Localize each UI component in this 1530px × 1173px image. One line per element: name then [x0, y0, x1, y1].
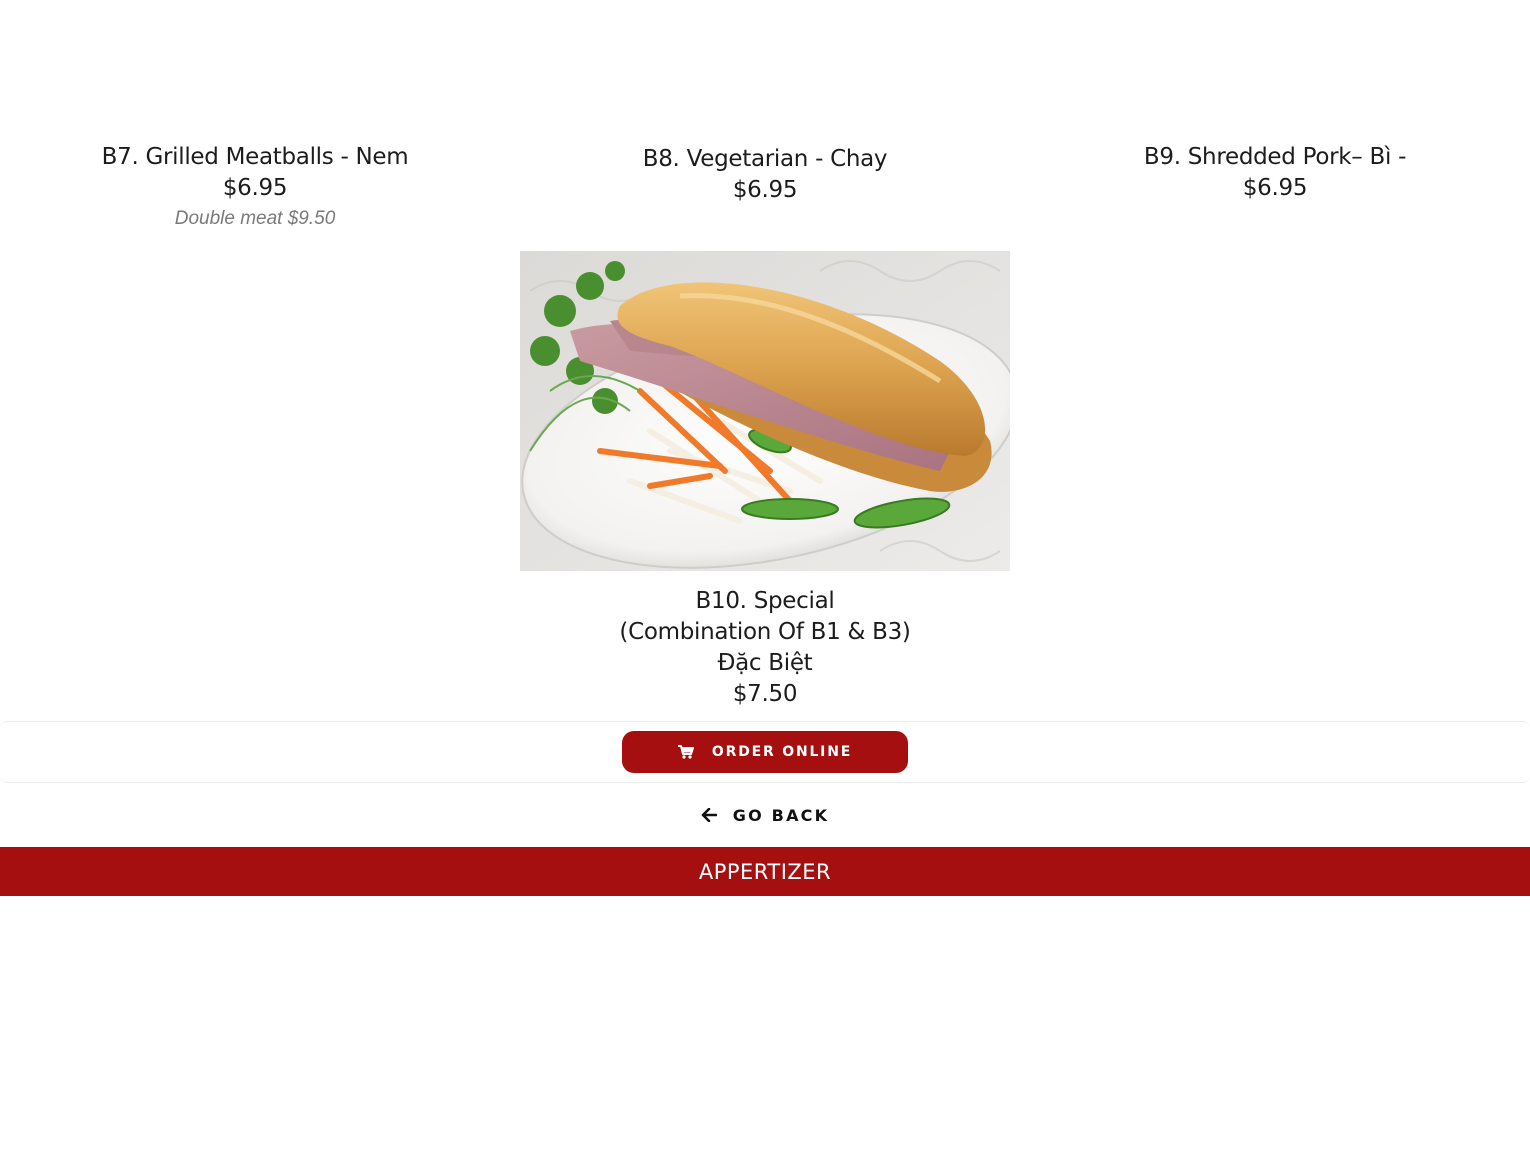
banh-mi-special-photo [520, 251, 1010, 571]
arrow-left-icon [701, 808, 717, 822]
menu-item-title-line: (Combination Of B1 & B3) [619, 619, 911, 645]
menu-item-title: B9. Shredded Pork– Bì - [1143, 144, 1407, 170]
menu-item-b8: B8. Vegetarian - Chay $6.95 [510, 144, 1020, 206]
menu-item-title-line: B10. Special [695, 588, 835, 614]
menu-item-title-line: Đặc Biệt [717, 650, 813, 676]
menu-item-b10: B10. Special (Combination Of B1 & B3) Đặ… [510, 586, 1020, 710]
menu-item-price: $7.50 [732, 681, 798, 707]
menu-item-price: $6.95 [222, 175, 288, 201]
go-back-label: GO BACK [732, 805, 830, 825]
order-online-label: ORDER ONLINE [711, 744, 853, 760]
section-header-label: APPERTIZER [698, 859, 832, 884]
menu-item-price: $6.95 [1242, 175, 1308, 201]
menu-item-b9: B9. Shredded Pork– Bì - $6.95 [1020, 142, 1530, 204]
menu-item-title: B8. Vegetarian - Chay [642, 146, 888, 172]
menu-item-price: $6.95 [732, 177, 798, 203]
go-back-link[interactable]: GO BACK [0, 798, 1530, 832]
cart-icon [677, 745, 694, 759]
menu-item-note: Double meat $9.50 [174, 208, 336, 229]
menu-item-b7: B7. Grilled Meatballs - Nem $6.95 Double… [0, 142, 510, 232]
order-online-button[interactable]: ORDER ONLINE [622, 731, 908, 773]
section-header-appetizer[interactable]: APPERTIZER [0, 847, 1530, 896]
menu-item-title: B7. Grilled Meatballs - Nem [101, 144, 409, 170]
